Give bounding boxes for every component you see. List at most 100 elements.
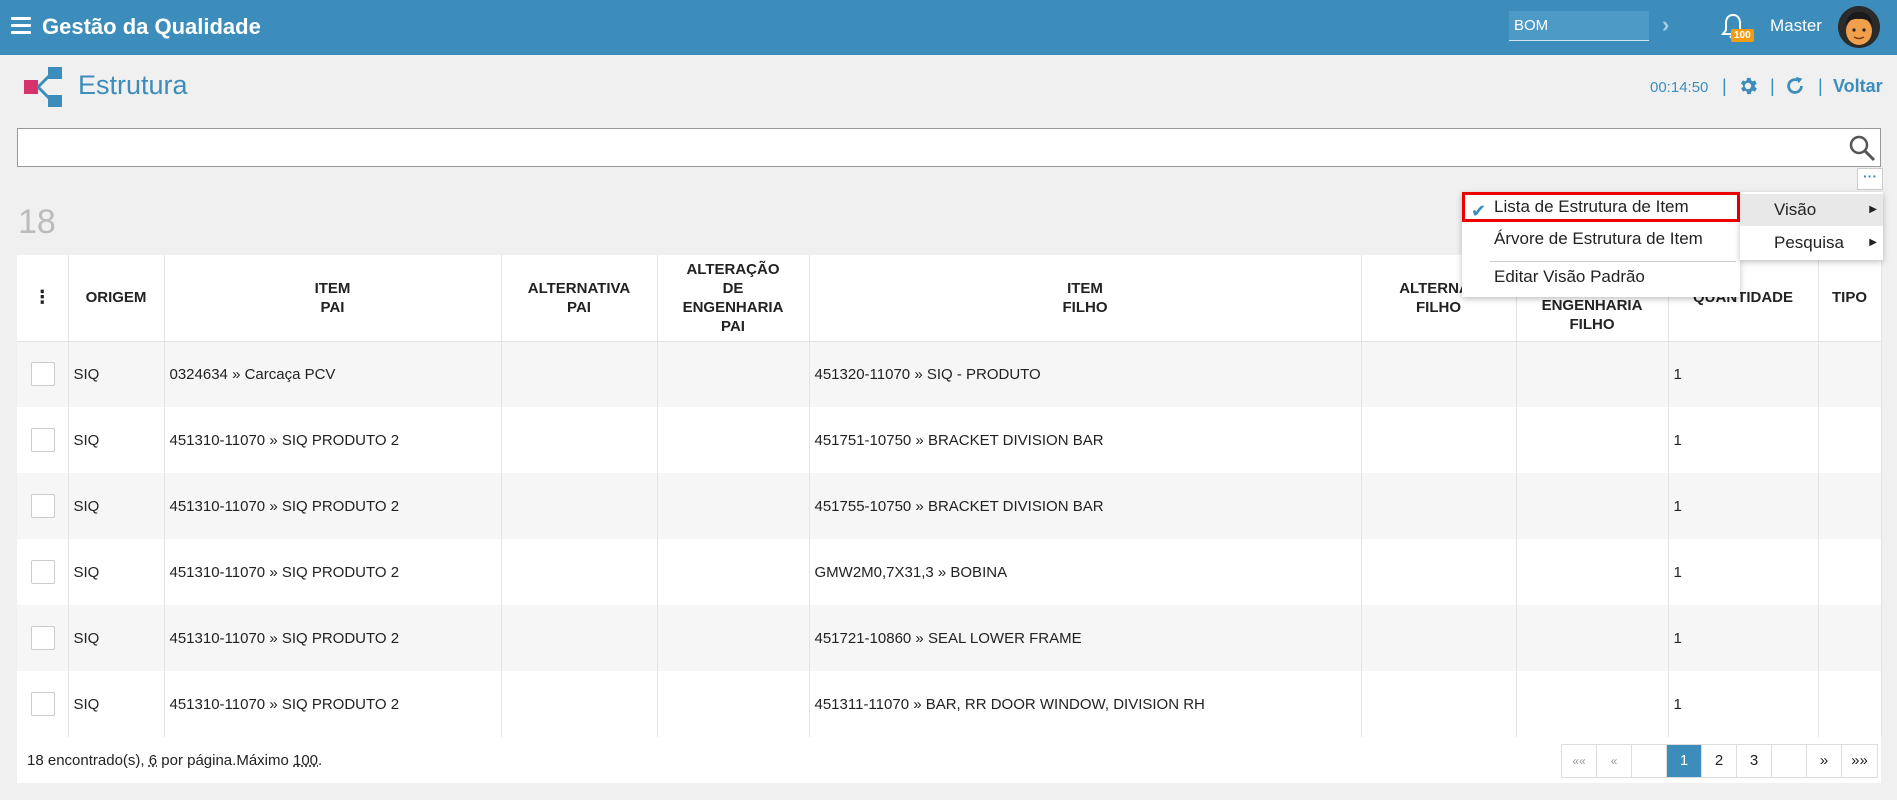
gear-icon[interactable] [1737, 75, 1759, 97]
page-2-button[interactable]: 2 [1702, 745, 1737, 777]
cell-item-pai: 451310-11070 » SIQ PRODUTO 2 [164, 605, 502, 671]
column-header-alteracao-engenharia-pai[interactable]: ALTERAÇÃO DE ENGENHARIA PAI [657, 255, 810, 342]
page-3-button[interactable]: 3 [1737, 745, 1772, 777]
cell-engenharia-filho [1516, 473, 1669, 539]
cell-item-filho: 451751-10750 » BRACKET DIVISION BAR [809, 407, 1362, 473]
separator: | [1818, 76, 1823, 96]
column-header-item-filho[interactable]: ITEM FILHO [809, 255, 1362, 342]
module-select[interactable]: BOM [1509, 11, 1649, 41]
cell-quantidade: 1 [1668, 605, 1819, 671]
table-row[interactable]: SIQ 451310-11070 » SIQ PRODUTO 2 GMW2M0,… [17, 539, 1882, 605]
caret-right-icon: ▶ [1869, 237, 1877, 248]
menu-item-pesquisa[interactable]: Pesquisa ▶ [1740, 227, 1883, 259]
column-header-origem[interactable]: ORIGEM [68, 255, 165, 342]
cell-item-filho: 451755-10750 » BRACKET DIVISION BAR [809, 473, 1362, 539]
cell-alternativa-pai [501, 671, 658, 737]
row-checkbox[interactable] [31, 560, 55, 584]
cell-item-pai: 451310-11070 » SIQ PRODUTO 2 [164, 407, 502, 473]
search-icon[interactable] [1848, 134, 1876, 162]
cell-alteracao-pai [657, 605, 810, 671]
next-page-button[interactable]: » [1807, 745, 1842, 777]
cell-alteracao-pai [657, 407, 810, 473]
menu-item-label: Visão [1774, 200, 1817, 219]
cell-item-pai: 451310-11070 » SIQ PRODUTO 2 [164, 473, 502, 539]
user-name[interactable]: Master [1770, 16, 1822, 36]
table-row[interactable]: SIQ 451310-11070 » SIQ PRODUTO 2 451751-… [17, 407, 1882, 473]
table-row[interactable]: SIQ 451310-11070 » SIQ PRODUTO 2 451721-… [17, 605, 1882, 671]
per-page-value[interactable]: 6 [149, 752, 157, 769]
menu-item-label: Pesquisa [1774, 233, 1844, 252]
row-checkbox[interactable] [31, 428, 55, 452]
cell-engenharia-filho [1516, 605, 1669, 671]
table-row[interactable]: SIQ 0324634 » Carcaça PCV 451320-11070 »… [17, 341, 1882, 407]
last-page-button[interactable]: »» [1842, 745, 1877, 777]
row-checkbox[interactable] [31, 626, 55, 650]
cell-tipo [1818, 671, 1882, 737]
menu-item-arvore-estrutura[interactable]: Árvore de Estrutura de Item [1462, 224, 1740, 254]
cell-quantidade: 1 [1668, 539, 1819, 605]
menu-item-label: Lista de Estrutura de Item [1494, 197, 1689, 216]
more-options-button[interactable]: ··· [1857, 168, 1883, 190]
row-checkbox-cell[interactable] [17, 473, 69, 539]
menu-item-visao[interactable]: Visão ▶ [1740, 194, 1883, 226]
column-header-tipo[interactable]: TIPO [1818, 255, 1882, 342]
row-checkbox-cell[interactable] [17, 341, 69, 407]
notification-badge: 100 [1731, 29, 1754, 42]
cell-tipo [1818, 539, 1882, 605]
cell-item-filho: 451721-10860 » SEAL LOWER FRAME [809, 605, 1362, 671]
hamburger-menu-icon[interactable] [11, 17, 31, 35]
app-title: Gestão da Qualidade [42, 14, 261, 39]
page-1-button[interactable]: 1 [1667, 745, 1702, 777]
avatar[interactable] [1838, 6, 1880, 48]
table-row[interactable]: SIQ 451310-11070 » SIQ PRODUTO 2 451755-… [17, 473, 1882, 539]
cell-alternativa-filho [1361, 341, 1517, 407]
prev-page-button[interactable]: « [1597, 745, 1632, 777]
row-checkbox[interactable] [31, 494, 55, 518]
pagination-spacer [1772, 745, 1807, 777]
cell-alteracao-pai [657, 539, 810, 605]
separator: | [1722, 76, 1727, 96]
cell-engenharia-filho [1516, 341, 1669, 407]
table-row[interactable]: SIQ 451310-11070 » SIQ PRODUTO 2 451311-… [17, 671, 1882, 737]
cell-engenharia-filho [1516, 407, 1669, 473]
cell-tipo [1818, 605, 1882, 671]
cell-alternativa-pai [501, 341, 658, 407]
column-header-alternativa-pai[interactable]: ALTERNATIVA PAI [501, 255, 658, 342]
cell-tipo [1818, 341, 1882, 407]
row-checkbox[interactable] [31, 692, 55, 716]
cell-item-filho: 451320-11070 » SIQ - PRODUTO [809, 341, 1362, 407]
separator: | [1770, 76, 1775, 96]
cell-alternativa-filho [1361, 407, 1517, 473]
cell-origem: SIQ [68, 407, 165, 473]
cell-quantidade: 1 [1668, 341, 1819, 407]
cell-item-pai: 0324634 » Carcaça PCV [164, 341, 502, 407]
row-checkbox-cell[interactable] [17, 605, 69, 671]
cell-quantidade: 1 [1668, 671, 1819, 737]
page-title: Estrutura [78, 70, 188, 100]
row-checkbox-cell[interactable] [17, 407, 69, 473]
row-checkbox-cell[interactable] [17, 671, 69, 737]
row-checkbox[interactable] [31, 362, 55, 387]
session-timer: 00:14:50 [1650, 79, 1709, 96]
cell-origem: SIQ [68, 473, 165, 539]
first-page-button[interactable]: «« [1562, 745, 1597, 777]
cell-alternativa-filho [1361, 605, 1517, 671]
pagination-spacer [1632, 745, 1667, 777]
menu-item-editar-visao[interactable]: Editar Visão Padrão [1462, 262, 1740, 292]
row-checkbox-cell[interactable] [17, 539, 69, 605]
column-menu[interactable]: ⋮ [17, 255, 69, 342]
menu-item-lista-estrutura[interactable]: ✔ Lista de Estrutura de Item [1462, 192, 1740, 222]
options-menu: Visão ▶ Pesquisa ▶ [1740, 192, 1883, 260]
cell-origem: SIQ [68, 605, 165, 671]
back-link[interactable]: Voltar [1833, 76, 1883, 97]
refresh-icon[interactable] [1784, 75, 1806, 97]
chevron-right-icon[interactable]: › [1662, 12, 1669, 38]
column-header-item-pai[interactable]: ITEM PAI [164, 255, 502, 342]
max-value[interactable]: 100 [293, 752, 318, 769]
cell-tipo [1818, 473, 1882, 539]
kebab-menu-icon[interactable]: ⋮ [33, 287, 51, 307]
cell-engenharia-filho [1516, 671, 1669, 737]
top-bar: Gestão da Qualidade BOM › 100 Master [0, 0, 1897, 55]
cell-tipo [1818, 407, 1882, 473]
search-input[interactable] [17, 128, 1881, 167]
